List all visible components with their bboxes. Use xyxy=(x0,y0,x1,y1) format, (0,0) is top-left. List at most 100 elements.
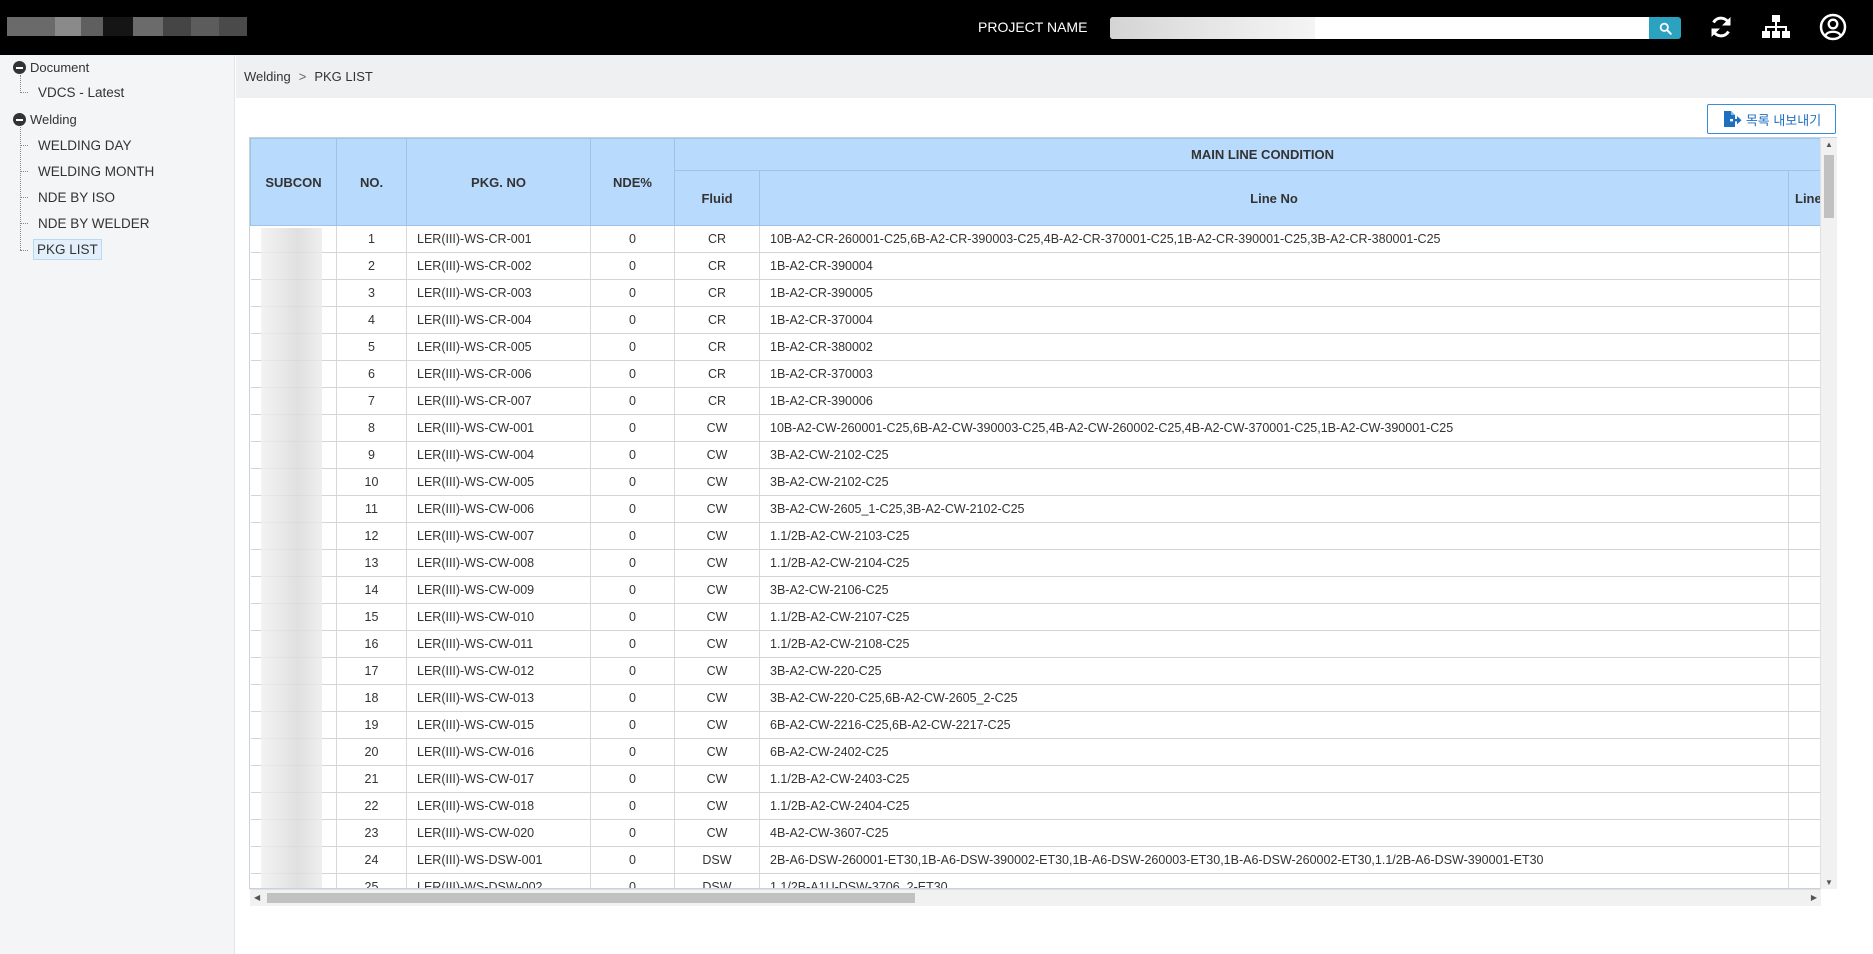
scroll-down-icon[interactable]: ▼ xyxy=(1825,878,1833,887)
cell-pkg-no: LER(III)-WS-CW-001 xyxy=(406,414,591,442)
breadcrumb-current: PKG LIST xyxy=(314,69,373,84)
table-row[interactable]: 13 LER(III)-WS-CW-008 0 CW 1.1/2B-A2-CW-2104… xyxy=(250,549,1836,577)
cell-fluid: CW xyxy=(674,765,760,793)
cell-line-no: 1B-A2-CR-370004 xyxy=(759,306,1789,334)
cell-nde: 0 xyxy=(590,522,675,550)
cell-nde: 0 xyxy=(590,630,675,658)
cell-line-no: 10B-A2-CW-260001-C25,6B-A2-CW-390003-C25… xyxy=(759,414,1789,442)
sidebar-group-document[interactable]: Document xyxy=(13,60,89,75)
cell-line-no: 1B-A2-CR-390004 xyxy=(759,252,1789,280)
col-header-line-no[interactable]: Line No xyxy=(759,170,1789,226)
col-header-no[interactable]: NO. xyxy=(336,138,407,226)
vertical-scrollbar[interactable]: ▲ ▼ xyxy=(1820,138,1837,889)
table-row[interactable]: 1 LER(III)-WS-CR-001 0 CR 10B-A2-CR-260001-C… xyxy=(250,225,1836,253)
cell-no: 16 xyxy=(336,630,407,658)
sitemap-button[interactable] xyxy=(1761,12,1791,42)
col-header-pkg-no[interactable]: PKG. NO xyxy=(406,138,591,226)
cell-line-no: 1B-A2-CR-380002 xyxy=(759,333,1789,361)
collapse-icon[interactable] xyxy=(13,61,26,74)
table-row[interactable]: 8 LER(III)-WS-CW-001 0 CW 10B-A2-CW-260001-C… xyxy=(250,414,1836,442)
scroll-up-icon[interactable]: ▲ xyxy=(1825,140,1833,149)
top-bar: PROJECT NAME xyxy=(0,0,1873,55)
table-row[interactable]: 18 LER(III)-WS-CW-013 0 CW 3B-A2-CW-220-C25,… xyxy=(250,684,1836,712)
cell-no: 3 xyxy=(336,279,407,307)
cell-fluid: CW xyxy=(674,414,760,442)
cell-nde: 0 xyxy=(590,846,675,874)
cell-line-no: 1.1/2B-A2-CW-2104-C25 xyxy=(759,549,1789,577)
sidebar: Document VDCS - Latest Welding WELDING D… xyxy=(0,55,235,954)
cell-line-no: 6B-A2-CW-2402-C25 xyxy=(759,738,1789,766)
table-row[interactable]: 16 LER(III)-WS-CW-011 0 CW 1.1/2B-A2-CW-2108… xyxy=(250,630,1836,658)
table-row[interactable]: 17 LER(III)-WS-CW-012 0 CW 3B-A2-CW-220-C25 xyxy=(250,657,1836,685)
cell-pkg-no: LER(III)-WS-CR-006 xyxy=(406,360,591,388)
export-list-button[interactable]: 목록 내보내기 xyxy=(1707,104,1836,134)
search-button[interactable] xyxy=(1649,17,1681,39)
cell-pkg-no: LER(III)-WS-CR-004 xyxy=(406,306,591,334)
table-row[interactable]: 3 LER(III)-WS-CR-003 0 CR 1B-A2-CR-390005 xyxy=(250,279,1836,307)
table-row[interactable]: 22 LER(III)-WS-CW-018 0 CW 1.1/2B-A2-CW-2404… xyxy=(250,792,1836,820)
cell-fluid: DSW xyxy=(674,873,760,888)
table-row[interactable]: 2 LER(III)-WS-CR-002 0 CR 1B-A2-CR-390004 xyxy=(250,252,1836,280)
col-header-nde[interactable]: NDE% xyxy=(590,138,675,226)
sidebar-item-pkg-list[interactable]: PKG LIST xyxy=(33,239,102,260)
sidebar-group-welding[interactable]: Welding xyxy=(13,112,77,127)
table-row[interactable]: 21 LER(III)-WS-CW-017 0 CW 1.1/2B-A2-CW-2403… xyxy=(250,765,1836,793)
sidebar-group-label: Welding xyxy=(30,112,77,127)
scroll-right-icon[interactable]: ▶ xyxy=(1811,893,1817,902)
sidebar-item-welding-month[interactable]: WELDING MONTH xyxy=(35,162,157,181)
cell-no: 21 xyxy=(336,765,407,793)
table-row[interactable]: 6 LER(III)-WS-CR-006 0 CR 1B-A2-CR-370003 xyxy=(250,360,1836,388)
cell-nde: 0 xyxy=(590,441,675,469)
col-header-main-line-condition: MAIN LINE CONDITION xyxy=(674,138,1836,171)
cell-pkg-no: LER(III)-WS-CW-016 xyxy=(406,738,591,766)
collapse-icon[interactable] xyxy=(13,113,26,126)
cell-pkg-no: LER(III)-WS-CR-007 xyxy=(406,387,591,415)
cell-fluid: CR xyxy=(674,279,760,307)
scroll-left-icon[interactable]: ◀ xyxy=(254,893,260,902)
cell-line-no: 4B-A2-CW-3607-C25 xyxy=(759,819,1789,847)
col-header-subcon[interactable]: SUBCON xyxy=(250,138,337,226)
table-row[interactable]: 5 LER(III)-WS-CR-005 0 CR 1B-A2-CR-380002 xyxy=(250,333,1836,361)
breadcrumb-parent[interactable]: Welding xyxy=(244,69,291,84)
table-row[interactable]: 15 LER(III)-WS-CW-010 0 CW 1.1/2B-A2-CW-2107… xyxy=(250,603,1836,631)
sidebar-item-welding-day[interactable]: WELDING DAY xyxy=(35,136,135,155)
table-row[interactable]: 19 LER(III)-WS-CW-015 0 CW 6B-A2-CW-2216-C25… xyxy=(250,711,1836,739)
search-input[interactable] xyxy=(1110,17,1649,39)
table-row[interactable]: 7 LER(III)-WS-CR-007 0 CR 1B-A2-CR-390006 xyxy=(250,387,1836,415)
scroll-thumb[interactable] xyxy=(1824,155,1834,218)
sidebar-item-vdcs-latest[interactable]: VDCS - Latest xyxy=(35,83,127,102)
table-row[interactable]: 25 LER(III)-WS-DSW-002 0 DSW 1.1/2B-A1U-DSW-… xyxy=(250,873,1836,888)
user-button[interactable] xyxy=(1818,12,1848,42)
cell-no: 24 xyxy=(336,846,407,874)
cell-nde: 0 xyxy=(590,792,675,820)
table-row[interactable]: 11 LER(III)-WS-CW-006 0 CW 3B-A2-CW-2605_1-C… xyxy=(250,495,1836,523)
cell-pkg-no: LER(III)-WS-CR-005 xyxy=(406,333,591,361)
table-row[interactable]: 12 LER(III)-WS-CW-007 0 CW 1.1/2B-A2-CW-2103… xyxy=(250,522,1836,550)
cell-line-no: 1B-A2-CR-390005 xyxy=(759,279,1789,307)
sidebar-item-nde-by-iso[interactable]: NDE BY ISO xyxy=(35,188,118,207)
table-row[interactable]: 14 LER(III)-WS-CW-009 0 CW 3B-A2-CW-2106-C25 xyxy=(250,576,1836,604)
table-row[interactable]: 9 LER(III)-WS-CW-004 0 CW 3B-A2-CW-2102-C25 xyxy=(250,441,1836,469)
horizontal-scrollbar[interactable]: ◀ ▶ xyxy=(250,889,1821,906)
cell-fluid: CW xyxy=(674,711,760,739)
refresh-button[interactable] xyxy=(1706,12,1736,42)
cell-line-no: 3B-A2-CW-2102-C25 xyxy=(759,441,1789,469)
cell-line-no: 3B-A2-CW-2102-C25 xyxy=(759,468,1789,496)
search-box[interactable] xyxy=(1110,17,1649,39)
table-row[interactable]: 24 LER(III)-WS-DSW-001 0 DSW 2B-A6-DSW-26000… xyxy=(250,846,1836,874)
breadcrumb: Welding > PKG LIST xyxy=(236,55,1873,98)
cell-pkg-no: LER(III)-WS-CW-006 xyxy=(406,495,591,523)
cell-fluid: CW xyxy=(674,576,760,604)
table-row[interactable]: 20 LER(III)-WS-CW-016 0 CW 6B-A2-CW-2402-C25 xyxy=(250,738,1836,766)
cell-nde: 0 xyxy=(590,657,675,685)
cell-line-no: 3B-A2-CW-220-C25 xyxy=(759,657,1789,685)
sidebar-item-nde-by-welder[interactable]: NDE BY WELDER xyxy=(35,214,153,233)
cell-nde: 0 xyxy=(590,819,675,847)
col-header-fluid[interactable]: Fluid xyxy=(674,170,760,226)
table-row[interactable]: 4 LER(III)-WS-CR-004 0 CR 1B-A2-CR-370004 xyxy=(250,306,1836,334)
table-row[interactable]: 23 LER(III)-WS-CW-020 0 CW 4B-A2-CW-3607-C25 xyxy=(250,819,1836,847)
cell-pkg-no: LER(III)-WS-CW-020 xyxy=(406,819,591,847)
scroll-thumb[interactable] xyxy=(267,893,915,903)
table-row[interactable]: 10 LER(III)-WS-CW-005 0 CW 3B-A2-CW-2102-C25 xyxy=(250,468,1836,496)
cell-pkg-no: LER(III)-WS-CW-015 xyxy=(406,711,591,739)
